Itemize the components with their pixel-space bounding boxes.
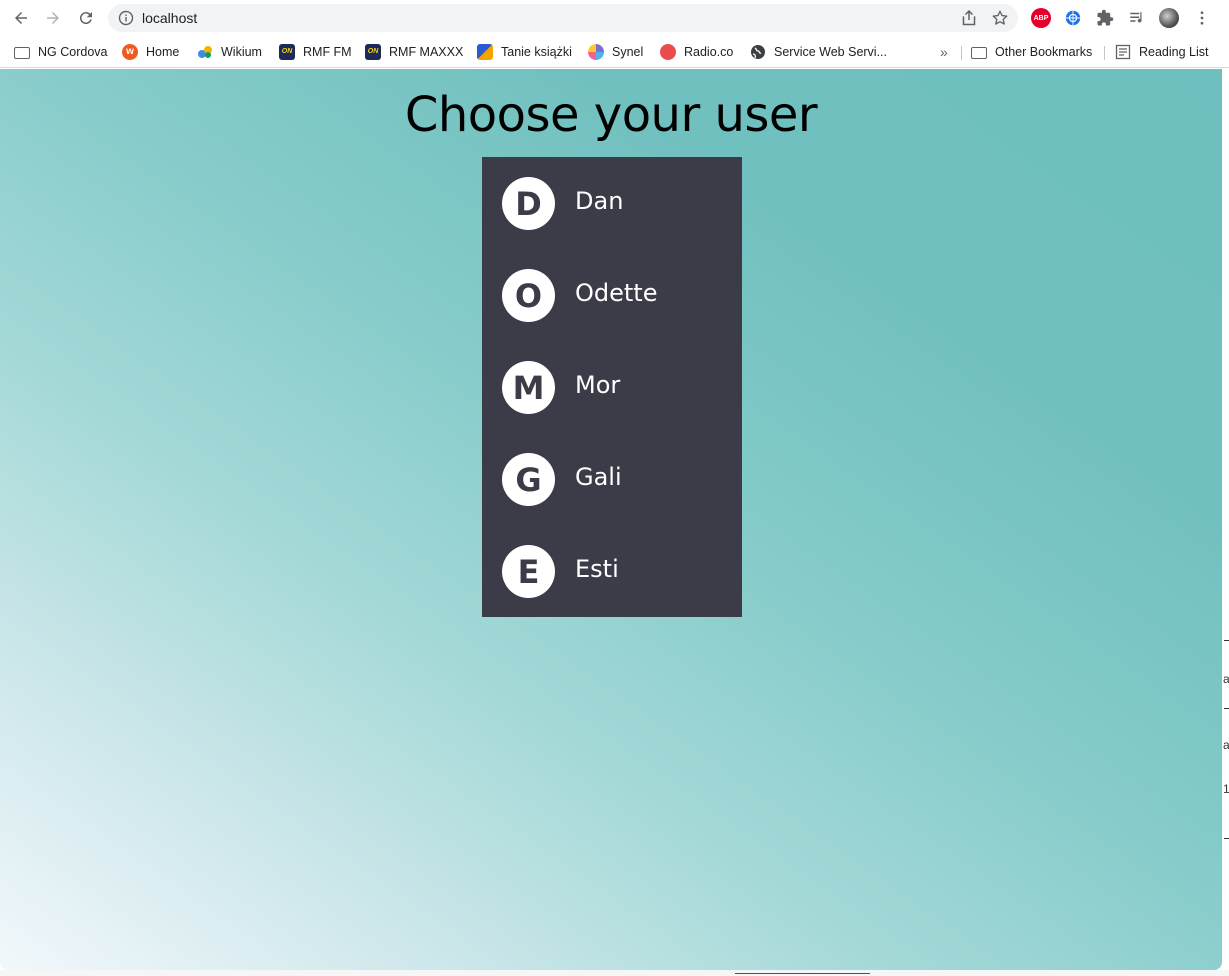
globe-icon — [750, 44, 766, 60]
bookmark-ng-cordova[interactable]: NG Cordova — [14, 42, 107, 62]
folder-icon — [971, 47, 987, 59]
browser-toolbar: localhost ABP — [0, 0, 1229, 36]
synel-icon — [588, 44, 604, 60]
address-bar[interactable]: localhost — [108, 4, 1018, 32]
rmf-on-icon: ON — [279, 44, 295, 60]
bookmark-label: Reading List — [1139, 45, 1209, 59]
adblock-label: ABP — [1033, 14, 1049, 22]
bookmarks-separator — [1104, 46, 1105, 60]
bookmark-label: NG Cordova — [38, 45, 108, 59]
bookmark-star-icon[interactable] — [991, 9, 1009, 27]
site-info-icon[interactable] — [118, 10, 134, 26]
wikium-home-icon: w — [122, 44, 138, 60]
wikium-icon — [197, 44, 213, 60]
fragment-text: a — [1223, 738, 1229, 752]
user-item-dan[interactable]: D Dan — [482, 157, 742, 249]
share-icon[interactable] — [960, 9, 978, 27]
background-window-bottom-edge — [0, 970, 1229, 976]
fragment-text: a — [1223, 672, 1229, 686]
user-avatar: D — [502, 177, 555, 230]
bookmark-rmf-fm[interactable]: ON RMF FM — [279, 42, 352, 62]
user-name: Esti — [575, 555, 619, 583]
reading-list-button[interactable]: Reading List — [1115, 42, 1209, 62]
bookmarks-bar: NG Cordova w Home Wikium ON RMF FM ON RM… — [0, 36, 1229, 68]
user-avatar: M — [502, 361, 555, 414]
folder-icon — [14, 47, 30, 59]
bookmark-label: Tanie książki — [501, 45, 572, 59]
bookmark-label: Home — [146, 45, 180, 59]
bookmark-label: RMF FM — [303, 45, 352, 59]
user-avatar: E — [502, 545, 555, 598]
bookmarks-overflow-button[interactable]: » — [940, 42, 948, 62]
url-text: localhost — [142, 10, 198, 26]
browser-window: localhost ABP NG Cordova w Home Wikium O… — [0, 0, 1229, 976]
divider-line — [1224, 838, 1229, 839]
background-window-fragment: a a 1 — [1222, 618, 1229, 858]
bookmark-synel[interactable]: Synel — [588, 42, 643, 62]
reload-icon[interactable] — [75, 7, 97, 29]
fragment-text: 1 — [1223, 782, 1229, 796]
user-name: Dan — [575, 187, 624, 215]
menu-kebab-icon[interactable] — [1191, 7, 1213, 29]
globe-extension-icon[interactable] — [1063, 8, 1083, 28]
user-name: Odette — [575, 279, 658, 307]
bookmark-label: Radio.co — [684, 45, 734, 59]
profile-avatar[interactable] — [1159, 8, 1179, 28]
bookmark-label: Wikium — [221, 45, 262, 59]
bookmark-home[interactable]: w Home — [122, 42, 179, 62]
rmf-on-icon: ON — [365, 44, 381, 60]
link-underline — [735, 973, 870, 974]
divider-line — [1224, 708, 1229, 709]
page-viewport: Choose your user D Dan O Odette M Mor G … — [0, 69, 1222, 970]
bookmark-label: Synel — [612, 45, 644, 59]
radio-co-icon — [660, 44, 676, 60]
page-title: Choose your user — [404, 87, 818, 143]
bookmark-label: RMF MAXXX — [389, 45, 464, 59]
bookmark-service-web[interactable]: Service Web Servi... — [750, 42, 887, 62]
books-icon — [477, 44, 493, 60]
user-avatar: O — [502, 269, 555, 322]
bookmark-rmf-maxxx[interactable]: ON RMF MAXXX — [365, 42, 463, 62]
overflow-chevron-icon: » — [940, 44, 948, 60]
divider-line — [1224, 640, 1229, 641]
bookmark-tanie-ksiazki[interactable]: Tanie książki — [477, 42, 572, 62]
reading-queue-icon[interactable] — [1127, 8, 1147, 28]
puzzle-icon[interactable] — [1095, 8, 1115, 28]
user-item-mor[interactable]: M Mor — [482, 341, 742, 433]
bookmark-wikium[interactable]: Wikium — [197, 42, 262, 62]
bookmark-other-bookmarks[interactable]: Other Bookmarks — [971, 42, 1092, 62]
bookmarks-separator — [961, 46, 962, 60]
user-list: D Dan O Odette M Mor G Gali E Esti — [482, 157, 742, 617]
adblock-icon[interactable]: ABP — [1031, 8, 1051, 28]
bookmark-label: Other Bookmarks — [995, 45, 1093, 59]
bookmark-radio-co[interactable]: Radio.co — [660, 42, 733, 62]
user-name: Gali — [575, 463, 622, 491]
back-icon[interactable] — [10, 7, 32, 29]
bookmark-label: Service Web Servi... — [774, 45, 888, 59]
user-item-odette[interactable]: O Odette — [482, 249, 742, 341]
user-item-esti[interactable]: E Esti — [482, 525, 742, 617]
user-item-gali[interactable]: G Gali — [482, 433, 742, 525]
user-name: Mor — [575, 371, 621, 399]
forward-icon[interactable] — [42, 7, 64, 29]
user-avatar: G — [502, 453, 555, 506]
reading-list-icon — [1115, 44, 1131, 60]
